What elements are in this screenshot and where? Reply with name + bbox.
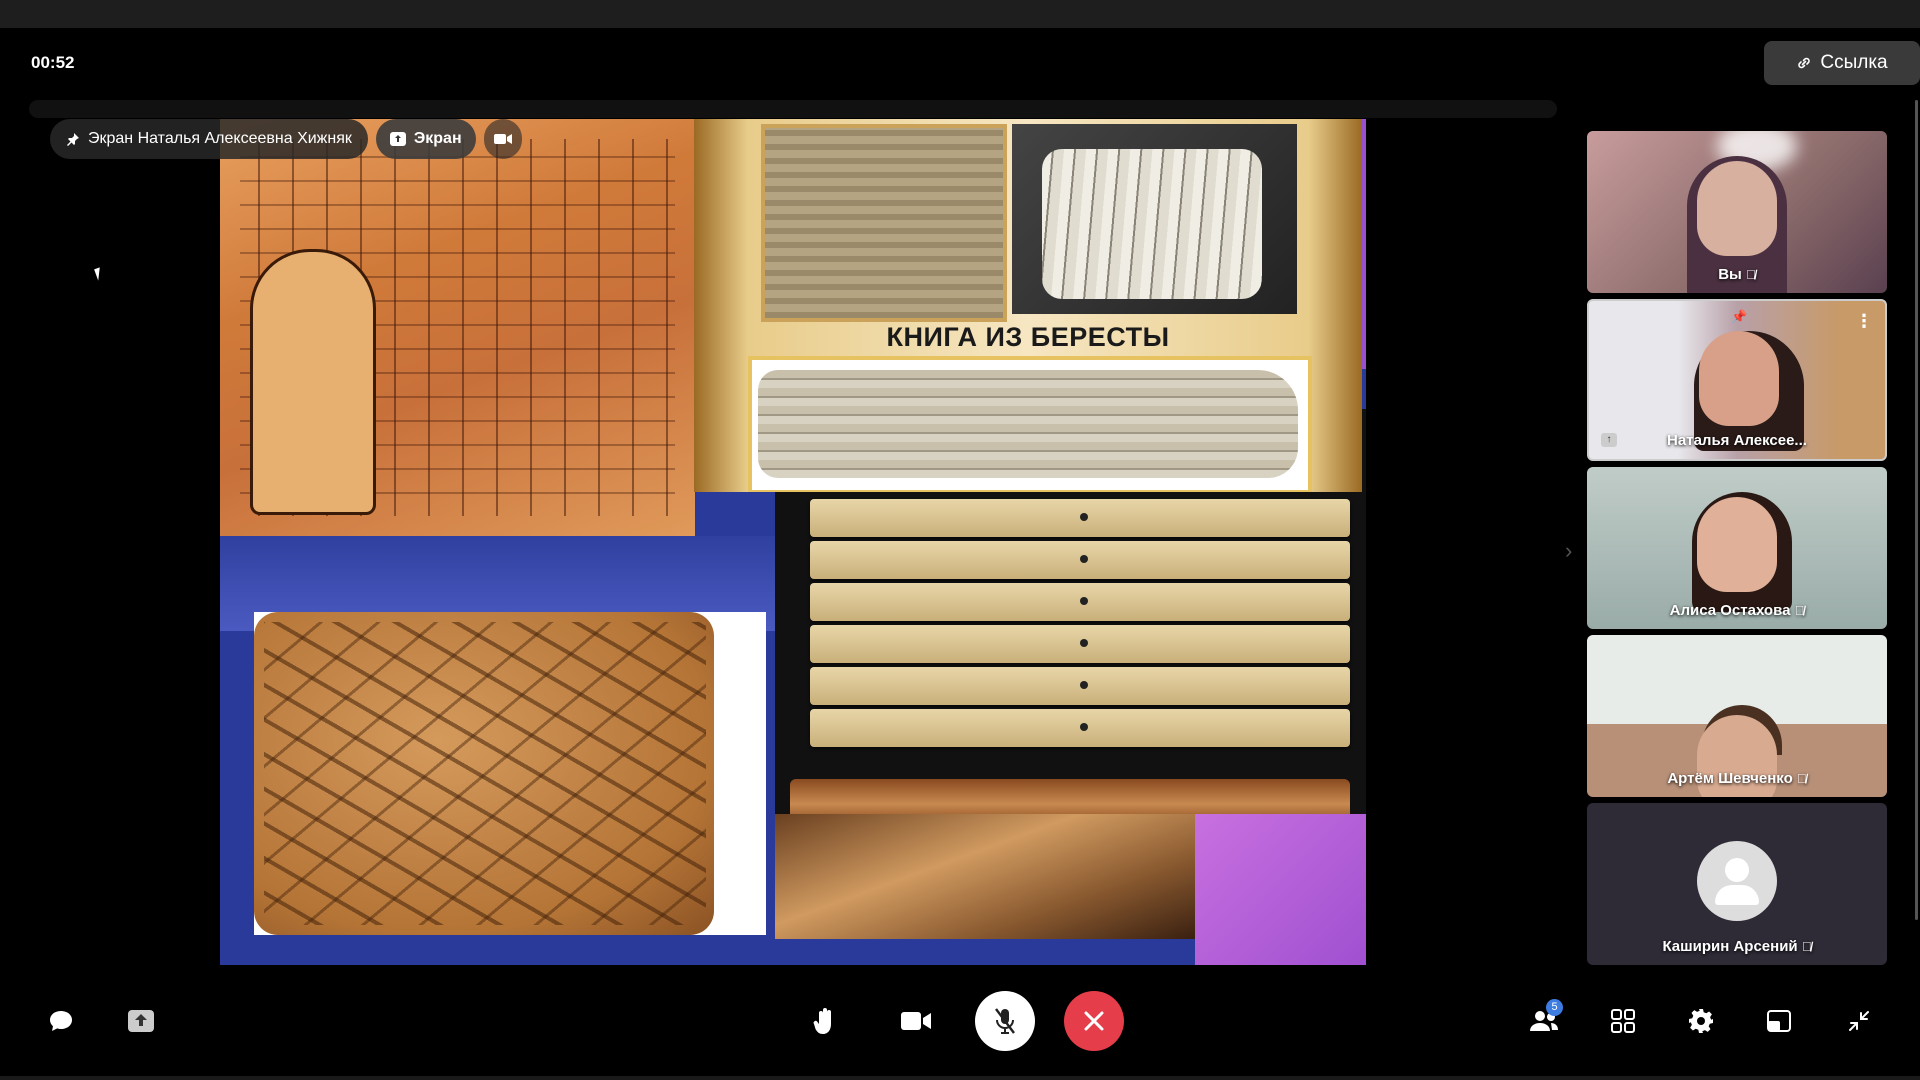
pin-icon <box>66 132 80 146</box>
camera-icon <box>493 133 512 145</box>
mute-button[interactable] <box>975 991 1035 1051</box>
decor-purple <box>1195 814 1366 965</box>
grid-icon <box>1611 1009 1635 1033</box>
call-timer: 00:52 <box>31 53 75 72</box>
participant-tile[interactable]: Артём Шевченко 🎙̸ <box>1587 635 1887 797</box>
birch-bark-letter-image <box>761 124 1007 322</box>
participant-name: Артём Шевченко 🎙̸ <box>1667 770 1807 787</box>
papyrus-image <box>220 119 695 536</box>
mic-off-icon: 🎙̸ <box>1746 267 1756 282</box>
birch-bark-book-slide: КНИГА ИЗ БЕРЕСТЫ <box>694 119 1362 492</box>
scrollbar[interactable] <box>1915 100 1918 920</box>
shared-screen[interactable]: КНИГА ИЗ БЕРЕСТЫ <box>220 119 1366 965</box>
mic-off-icon: 🎙̸ <box>1796 771 1807 786</box>
birch-bark-scroll-image <box>748 356 1312 492</box>
participant-name: Алиса Остахова 🎙̸ <box>1669 602 1805 619</box>
more-options-icon[interactable]: ⋮ <box>1855 311 1873 332</box>
camera-icon <box>901 1011 931 1031</box>
participant-name: Каширин Арсений 🎙̸ <box>1662 938 1812 955</box>
settings-icon <box>1688 1008 1714 1034</box>
layout-icon <box>1767 1010 1791 1032</box>
participant-tile[interactable]: Каширин Арсений 🎙̸ <box>1587 803 1887 965</box>
participant-name: Наталья Алексее... <box>1667 432 1807 449</box>
chat-button[interactable] <box>46 1000 76 1042</box>
mic-off-icon: 🎙̸ <box>1801 939 1812 954</box>
avatar <box>1697 841 1777 921</box>
clay-tablet-image <box>254 612 766 935</box>
settings-button[interactable] <box>1688 1000 1714 1042</box>
screen-badge[interactable]: Экран <box>375 119 476 159</box>
pinned-screen-label: Экран Наталья Алексеевна Хижняк <box>88 130 352 147</box>
raise-hand-button[interactable] <box>810 1000 840 1042</box>
raise-hand-icon <box>813 1007 837 1035</box>
chevron-right-icon[interactable]: › <box>1565 538 1572 564</box>
stage-header-bar <box>29 100 1557 118</box>
link-icon <box>1796 55 1812 71</box>
copy-link-button[interactable]: Ссылка <box>1764 41 1920 85</box>
slide-title: КНИГА ИЗ БЕРЕСТЫ <box>886 322 1170 352</box>
window-bottom-edge <box>0 1076 1920 1080</box>
participant-tile[interactable]: 📌 ⋮ ↑ Наталья Алексее... <box>1587 299 1887 461</box>
chat-icon <box>48 1009 74 1033</box>
share-screen-icon <box>389 132 406 146</box>
window-top-bar <box>0 0 1920 28</box>
hangup-button[interactable] <box>1064 991 1124 1051</box>
share-screen-icon <box>128 1010 154 1032</box>
collapse-icon <box>1848 1010 1870 1032</box>
participant-count-badge: 5 <box>1546 999 1563 1016</box>
layout-button[interactable] <box>1766 1000 1792 1042</box>
pinned-screen-badge[interactable]: Экран Наталья Алексеевна Хижняк <box>50 119 368 159</box>
copy-link-label: Ссылка <box>1820 52 1888 73</box>
hangup-icon <box>1082 1009 1106 1033</box>
presenter-badges: Экран Наталья Алексеевна Хижняк Экран <box>50 119 522 159</box>
share-screen-button[interactable] <box>126 1000 156 1042</box>
camera-button[interactable] <box>900 1000 932 1042</box>
wooden-book-image <box>775 814 1195 939</box>
collapse-button[interactable] <box>1846 1000 1872 1042</box>
pin-icon[interactable]: 📌 <box>1731 309 1747 325</box>
participant-tile[interactable]: Вы 🎙̸ <box>1587 131 1887 293</box>
grid-view-button[interactable] <box>1610 1000 1636 1042</box>
birch-bark-book-image <box>1012 124 1297 314</box>
mic-off-icon <box>994 1007 1016 1035</box>
participant-tile[interactable]: Алиса Остахова 🎙̸ <box>1587 467 1887 629</box>
participant-name: Вы 🎙̸ <box>1718 266 1756 283</box>
camera-badge[interactable] <box>483 119 522 159</box>
screen-badge-label: Экран <box>413 130 462 147</box>
mouse-cursor <box>94 267 104 281</box>
mic-off-icon: 🎙̸ <box>1794 603 1805 618</box>
